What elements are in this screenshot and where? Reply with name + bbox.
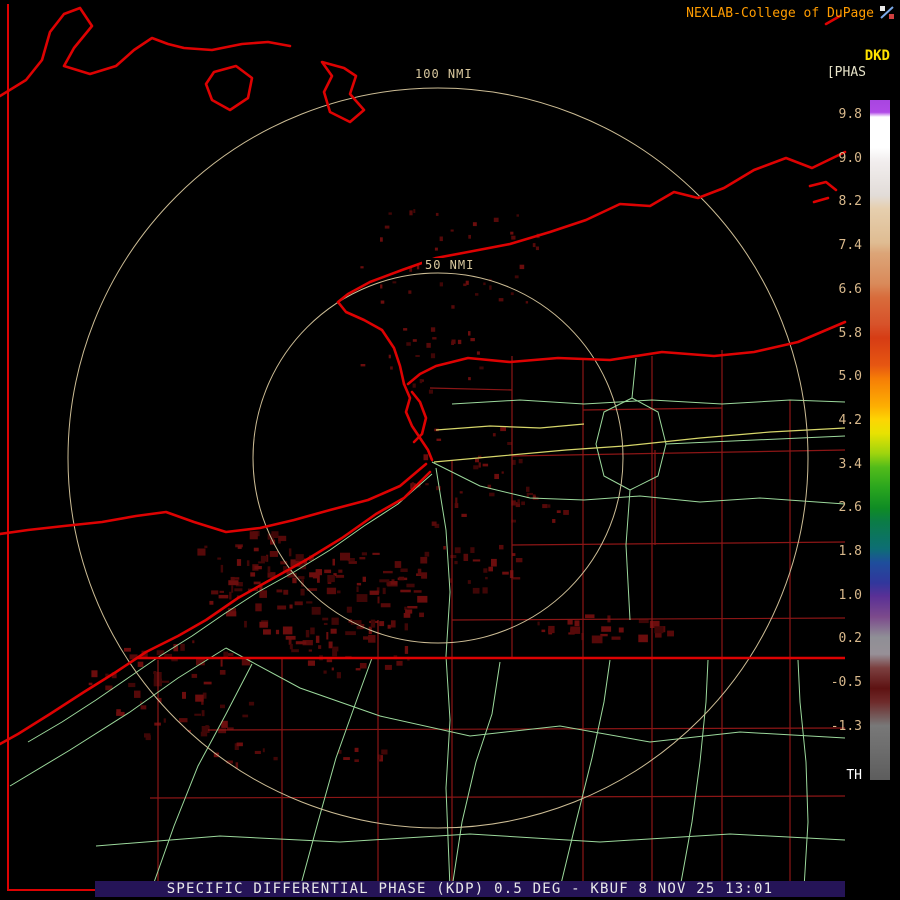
colorbar-tick: 5.0 xyxy=(838,369,862,385)
colorbar-tick: 8.2 xyxy=(838,194,862,210)
radar-echoes xyxy=(88,209,674,769)
shorelines xyxy=(0,6,847,746)
color-scale-bar xyxy=(870,100,890,780)
colorbar-tick: 0.2 xyxy=(838,631,862,647)
colorbar-tick: 5.8 xyxy=(838,325,862,341)
range-ring-label-50nmi: 50 NMI xyxy=(422,258,478,272)
radar-display: NEXLAB-College of DuPage DKD [PHAS 9.8 9.… xyxy=(0,0,900,900)
status-bar: SPECIFIC DIFFERENTIAL PHASE (KDP) 0.5 DE… xyxy=(95,881,845,897)
colorbar-tick: -1.3 xyxy=(830,718,862,734)
peninsula-shore xyxy=(320,60,366,124)
brand-text: NEXLAB-College of DuPage xyxy=(686,6,874,21)
colorbar-tick: 2.6 xyxy=(838,500,862,516)
niagara-river xyxy=(402,382,434,462)
colorbar-tick: 3.4 xyxy=(838,456,862,472)
units-label: [PHAS xyxy=(826,65,866,80)
colorbar-tick: 7.4 xyxy=(838,238,862,254)
shoreline-georgian-bay xyxy=(0,6,292,98)
colorbar-tick: 9.0 xyxy=(838,150,862,166)
range-ring-50nmi xyxy=(252,272,624,644)
shoreline-lake-erie-south xyxy=(0,470,432,746)
radar-map xyxy=(0,4,847,891)
colorbar-tick: 6.6 xyxy=(838,281,862,297)
roads xyxy=(9,357,846,889)
colorbar-tick: 1.8 xyxy=(838,544,862,559)
range-ring-label-100nmi: 100 NMI xyxy=(412,67,476,81)
colorbar-tick: 1.0 xyxy=(838,587,862,603)
lake-simcoe xyxy=(204,64,254,112)
colorbar-tick: 4.2 xyxy=(838,412,862,428)
threshold-label: TH xyxy=(846,768,862,783)
colorbar-tick: -0.5 xyxy=(830,675,862,691)
cod-logo-icon xyxy=(880,6,894,19)
product-id-label: DKD xyxy=(864,48,890,64)
shoreline-lake-ontario-south xyxy=(406,320,847,386)
county-boundaries xyxy=(149,350,846,890)
colorbar-tick: 9.8 xyxy=(838,107,862,122)
